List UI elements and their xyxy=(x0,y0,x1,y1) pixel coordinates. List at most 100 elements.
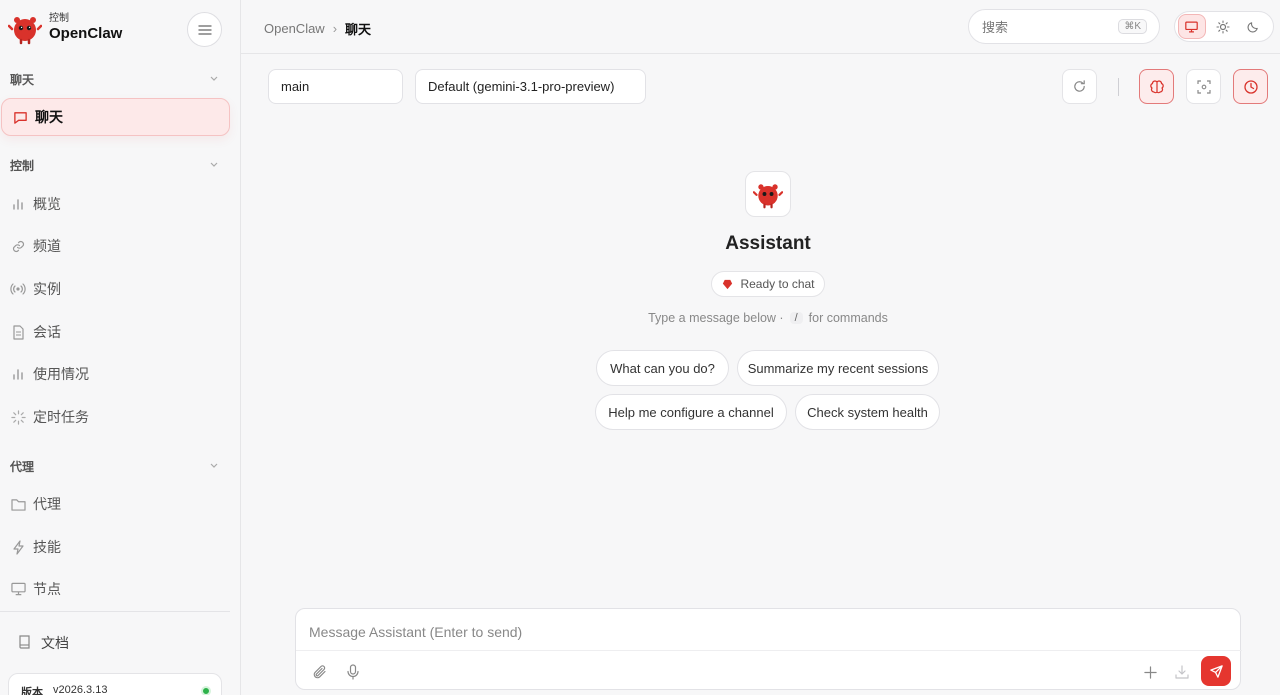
model-select-value: Default (gemini-3.1-pro-preview) xyxy=(428,79,615,94)
new-chat-button[interactable] xyxy=(1139,661,1161,683)
assistant-avatar xyxy=(745,171,791,217)
search-placeholder: 搜索 xyxy=(982,20,1009,35)
sidebar-item-label: 代理 xyxy=(33,496,61,512)
sidebar-item-channels[interactable]: 频道 xyxy=(0,227,230,265)
composer-divider xyxy=(296,650,1242,651)
download-icon xyxy=(1175,665,1189,679)
book-icon xyxy=(19,635,30,649)
sidebar-item-agents[interactable]: 代理 xyxy=(0,485,230,523)
breadcrumb-current: 聊天 xyxy=(345,22,372,37)
hint-key: / xyxy=(789,312,803,324)
monitor-icon xyxy=(1185,21,1199,32)
suggestion-chip[interactable]: Check system health xyxy=(795,394,940,430)
message-square-icon xyxy=(13,111,27,124)
command-hint: Type a message below · / for commands xyxy=(568,311,968,325)
clock-icon xyxy=(1243,79,1258,94)
theme-switcher xyxy=(1174,11,1274,42)
suggestion-chip[interactable]: Summarize my recent sessions xyxy=(737,350,939,386)
brand[interactable]: 控制 OpenClaw xyxy=(8,11,122,45)
link-icon xyxy=(12,240,24,252)
folder-icon xyxy=(10,498,26,511)
hamburger-icon xyxy=(197,24,212,35)
assistant-name: Assistant xyxy=(725,233,811,254)
brand-name: OpenClaw xyxy=(49,25,123,42)
sidebar-item-nodes[interactable]: 节点 xyxy=(0,570,230,608)
plus-icon xyxy=(1143,665,1157,679)
version-label: 版本 xyxy=(21,687,43,695)
microphone-icon xyxy=(347,664,359,680)
hint-text-after: for commands xyxy=(808,311,888,325)
breadcrumb-root[interactable]: OpenClaw xyxy=(264,21,325,36)
openclaw-logo xyxy=(8,17,42,45)
file-text-icon xyxy=(12,324,24,340)
sun-icon xyxy=(1215,19,1230,34)
session-select[interactable]: main xyxy=(268,69,403,104)
breadcrumb-separator: › xyxy=(332,21,338,36)
theme-system-button[interactable] xyxy=(1178,14,1206,39)
sidebar-item-label: 节点 xyxy=(33,581,61,597)
brain-icon xyxy=(1149,79,1164,93)
sidebar-toggle-button[interactable] xyxy=(187,12,222,47)
section-title-agent[interactable]: 代理 xyxy=(10,458,34,475)
session-select-value: main xyxy=(281,79,310,94)
status-badge: Ready to chat xyxy=(711,271,825,297)
sidebar-divider xyxy=(0,611,230,612)
sidebar-item-sessions[interactable]: 会话 xyxy=(0,313,230,351)
loader-icon xyxy=(10,409,26,425)
attach-button[interactable] xyxy=(309,661,331,683)
export-button[interactable] xyxy=(1171,661,1193,683)
search-shortcut-badge: ⌘K xyxy=(1118,19,1147,34)
version-value: v2026.3.13 xyxy=(53,684,108,695)
suggestion-chip[interactable]: What can you do? xyxy=(596,350,729,386)
theme-light-button[interactable] xyxy=(1209,14,1237,39)
status-online-dot xyxy=(201,686,211,695)
sidebar-item-overview[interactable]: 概览 xyxy=(0,185,230,223)
search-input[interactable]: 搜索 ⌘K xyxy=(968,9,1160,44)
sidebar-item-cron[interactable]: 定时任务 xyxy=(0,398,230,436)
brand-subtitle: 控制 xyxy=(49,13,69,24)
chevron-down-icon[interactable] xyxy=(208,72,220,84)
theme-dark-button[interactable] xyxy=(1239,14,1267,39)
sidebar-item-label: 使用情况 xyxy=(33,366,89,382)
sidebar-item-label: 频道 xyxy=(33,238,61,254)
radio-icon xyxy=(10,283,26,295)
message-input[interactable] xyxy=(309,621,1209,643)
sidebar-item-label: 技能 xyxy=(33,539,61,555)
refresh-button[interactable] xyxy=(1062,69,1097,104)
zap-icon xyxy=(12,539,24,555)
sidebar-item-docs[interactable]: 文档 xyxy=(18,633,69,653)
sidebar-item-label: 概览 xyxy=(33,196,61,212)
sidebar-item-label: 会话 xyxy=(33,324,61,340)
message-composer xyxy=(295,608,1242,690)
chevron-down-icon[interactable] xyxy=(208,158,220,170)
scan-icon xyxy=(1196,79,1211,94)
sidebar-item-label: 实例 xyxy=(33,281,61,297)
send-button[interactable] xyxy=(1201,656,1231,686)
monitor-icon xyxy=(10,582,26,596)
section-title-control[interactable]: 控制 xyxy=(10,157,34,174)
history-button[interactable] xyxy=(1233,69,1268,104)
moon-icon xyxy=(1247,22,1258,33)
focus-mode-button[interactable] xyxy=(1186,69,1221,104)
paperclip-icon xyxy=(313,665,326,679)
thinking-toggle-button[interactable] xyxy=(1139,69,1174,104)
status-text: Ready to chat xyxy=(740,277,815,291)
suggestion-chip[interactable]: Help me configure a channel xyxy=(595,394,787,430)
top-bar: OpenClaw › 聊天 搜索 ⌘K xyxy=(241,0,1280,54)
sidebar-item-chat[interactable]: 聊天 xyxy=(1,98,230,136)
status-mascot-icon xyxy=(723,279,733,289)
openclaw-mascot-icon xyxy=(753,184,783,209)
send-icon xyxy=(1209,664,1223,678)
bar-chart-icon xyxy=(13,369,23,380)
sidebar-item-instances[interactable]: 实例 xyxy=(0,270,230,308)
chevron-down-icon[interactable] xyxy=(208,459,220,471)
refresh-icon xyxy=(1074,80,1085,92)
sidebar-item-label: 定时任务 xyxy=(33,409,89,425)
sidebar: 控制 OpenClaw 聊天 聊天 控制 概览 频道 实例 会话 使用情况 定时… xyxy=(0,0,241,695)
model-select[interactable]: Default (gemini-3.1-pro-preview) xyxy=(415,69,646,104)
bar-chart-icon xyxy=(13,199,23,210)
sidebar-item-skills[interactable]: 技能 xyxy=(0,528,230,566)
section-title-chat[interactable]: 聊天 xyxy=(10,71,34,88)
sidebar-item-usage[interactable]: 使用情况 xyxy=(0,355,230,393)
voice-input-button[interactable] xyxy=(342,661,364,683)
